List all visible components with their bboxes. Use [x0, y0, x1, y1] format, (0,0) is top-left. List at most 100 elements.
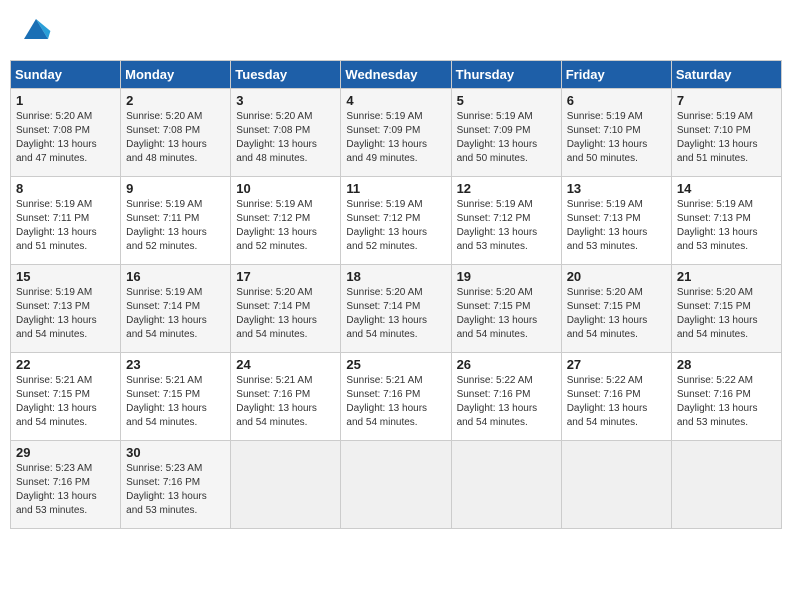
calendar-week-5: 29 Sunrise: 5:23 AMSunset: 7:16 PMDayligh… [11, 441, 782, 529]
day-info: Sunrise: 5:21 AMSunset: 7:15 PMDaylight:… [16, 374, 115, 430]
calendar-cell: 28 Sunrise: 5:22 AMSunset: 7:16 PMDayligh… [671, 353, 781, 441]
header-saturday: Saturday [671, 61, 781, 89]
calendar-cell [231, 441, 341, 529]
calendar-cell: 24Sunrise: 5:21 AMSunset: 7:16 PMDayligh… [231, 353, 341, 441]
day-info: Sunrise: 5:20 AMSunset: 7:15 PMDaylight:… [677, 286, 776, 342]
day-number: 23 [126, 357, 225, 372]
day-info: Sunrise: 5:23 AMSunset: 7:16 PMDaylight:… [16, 462, 115, 518]
header-friday: Friday [561, 61, 671, 89]
calendar-cell: 15 Sunrise: 5:19 AMSunset: 7:13 PMDayligh… [11, 265, 121, 353]
day-number: 25 [346, 357, 445, 372]
calendar-cell: 6 Sunrise: 5:19 AMSunset: 7:10 PMDaylight… [561, 89, 671, 177]
day-number: 29 [16, 445, 115, 460]
day-number: 8 [16, 181, 115, 196]
day-number: 18 [346, 269, 445, 284]
day-info: Sunrise: 5:19 AMSunset: 7:12 PMDaylight:… [346, 198, 445, 254]
day-info: Sunrise: 5:20 AMSunset: 7:15 PMDaylight:… [567, 286, 666, 342]
day-info: Sunrise: 5:20 AMSunset: 7:15 PMDaylight:… [457, 286, 556, 342]
day-info: Sunrise: 5:19 AMSunset: 7:14 PMDaylight:… [126, 286, 225, 342]
calendar-body: 1 Sunrise: 5:20 AMSunset: 7:08 PMDaylight… [11, 89, 782, 529]
day-info: Sunrise: 5:21 AMSunset: 7:16 PMDaylight:… [346, 374, 445, 430]
header-monday: Monday [121, 61, 231, 89]
calendar-cell: 2Sunrise: 5:20 AMSunset: 7:08 PMDaylight… [121, 89, 231, 177]
calendar-week-1: 1 Sunrise: 5:20 AMSunset: 7:08 PMDaylight… [11, 89, 782, 177]
calendar-cell: 4 Sunrise: 5:19 AMSunset: 7:09 PMDaylight… [341, 89, 451, 177]
calendar-cell: 9Sunrise: 5:19 AMSunset: 7:11 PMDaylight… [121, 177, 231, 265]
day-number: 3 [236, 93, 335, 108]
logo [20, 15, 56, 47]
day-info: Sunrise: 5:21 AMSunset: 7:16 PMDaylight:… [236, 374, 335, 430]
calendar-cell: 21 Sunrise: 5:20 AMSunset: 7:15 PMDayligh… [671, 265, 781, 353]
header-thursday: Thursday [451, 61, 561, 89]
day-number: 10 [236, 181, 335, 196]
calendar-cell: 19 Sunrise: 5:20 AMSunset: 7:15 PMDayligh… [451, 265, 561, 353]
day-number: 26 [457, 357, 556, 372]
calendar-cell [671, 441, 781, 529]
calendar-cell: 20 Sunrise: 5:20 AMSunset: 7:15 PMDayligh… [561, 265, 671, 353]
calendar-week-3: 15 Sunrise: 5:19 AMSunset: 7:13 PMDayligh… [11, 265, 782, 353]
calendar-cell: 5 Sunrise: 5:19 AMSunset: 7:09 PMDaylight… [451, 89, 561, 177]
calendar-cell [341, 441, 451, 529]
day-number: 13 [567, 181, 666, 196]
day-number: 12 [457, 181, 556, 196]
calendar-week-4: 22 Sunrise: 5:21 AMSunset: 7:15 PMDayligh… [11, 353, 782, 441]
calendar-cell [451, 441, 561, 529]
calendar-week-2: 8 Sunrise: 5:19 AMSunset: 7:11 PMDaylight… [11, 177, 782, 265]
day-number: 4 [346, 93, 445, 108]
calendar-cell: 1Sunrise: 5:20 AMSunset: 7:08 PMDaylight… [11, 89, 121, 177]
day-number: 21 [677, 269, 776, 284]
calendar-cell: 22 Sunrise: 5:21 AMSunset: 7:15 PMDayligh… [11, 353, 121, 441]
day-info: Sunrise: 5:22 AMSunset: 7:16 PMDaylight:… [677, 374, 776, 430]
day-info: Sunrise: 5:21 AMSunset: 7:15 PMDaylight:… [126, 374, 225, 430]
day-info: Sunrise: 5:19 AMSunset: 7:09 PMDaylight:… [457, 110, 556, 166]
day-info: Sunrise: 5:19 AMSunset: 7:12 PMDaylight:… [457, 198, 556, 254]
header-wednesday: Wednesday [341, 61, 451, 89]
day-info: Sunrise: 5:20 AMSunset: 7:08 PMDaylight:… [236, 110, 335, 166]
calendar-cell: 8Sunrise: 5:19 AMSunset: 7:11 PMDaylight… [11, 177, 121, 265]
calendar-table: SundayMondayTuesdayWednesdayThursdayFrid… [10, 60, 782, 529]
calendar-cell: 27 Sunrise: 5:22 AMSunset: 7:16 PMDayligh… [561, 353, 671, 441]
day-number: 7 [677, 93, 776, 108]
calendar-cell: 16Sunrise: 5:19 AMSunset: 7:14 PMDayligh… [121, 265, 231, 353]
day-info: Sunrise: 5:22 AMSunset: 7:16 PMDaylight:… [567, 374, 666, 430]
day-number: 5 [457, 93, 556, 108]
day-number: 11 [346, 181, 445, 196]
day-number: 28 [677, 357, 776, 372]
day-number: 1 [16, 93, 115, 108]
day-info: Sunrise: 5:19 AMSunset: 7:09 PMDaylight:… [346, 110, 445, 166]
day-info: Sunrise: 5:20 AMSunset: 7:14 PMDaylight:… [236, 286, 335, 342]
day-number: 15 [16, 269, 115, 284]
calendar-header-row: SundayMondayTuesdayWednesdayThursdayFrid… [11, 61, 782, 89]
page-header [10, 10, 782, 52]
day-info: Sunrise: 5:19 AMSunset: 7:10 PMDaylight:… [677, 110, 776, 166]
calendar-cell: 11 Sunrise: 5:19 AMSunset: 7:12 PMDayligh… [341, 177, 451, 265]
logo-icon [20, 15, 52, 47]
calendar-cell: 14Sunrise: 5:19 AMSunset: 7:13 PMDayligh… [671, 177, 781, 265]
day-number: 19 [457, 269, 556, 284]
day-number: 30 [126, 445, 225, 460]
calendar-cell: 23 Sunrise: 5:21 AMSunset: 7:15 PMDayligh… [121, 353, 231, 441]
day-info: Sunrise: 5:19 AMSunset: 7:10 PMDaylight:… [567, 110, 666, 166]
calendar-cell: 13Sunrise: 5:19 AMSunset: 7:13 PMDayligh… [561, 177, 671, 265]
calendar-cell: 12 Sunrise: 5:19 AMSunset: 7:12 PMDayligh… [451, 177, 561, 265]
day-number: 22 [16, 357, 115, 372]
day-number: 6 [567, 93, 666, 108]
day-info: Sunrise: 5:23 AMSunset: 7:16 PMDaylight:… [126, 462, 225, 518]
day-info: Sunrise: 5:19 AMSunset: 7:12 PMDaylight:… [236, 198, 335, 254]
calendar-cell: 3 Sunrise: 5:20 AMSunset: 7:08 PMDaylight… [231, 89, 341, 177]
day-number: 27 [567, 357, 666, 372]
day-info: Sunrise: 5:19 AMSunset: 7:13 PMDaylight:… [16, 286, 115, 342]
calendar-cell: 29 Sunrise: 5:23 AMSunset: 7:16 PMDayligh… [11, 441, 121, 529]
day-info: Sunrise: 5:20 AMSunset: 7:08 PMDaylight:… [126, 110, 225, 166]
day-info: Sunrise: 5:22 AMSunset: 7:16 PMDaylight:… [457, 374, 556, 430]
calendar-cell: 25 Sunrise: 5:21 AMSunset: 7:16 PMDayligh… [341, 353, 451, 441]
calendar-cell: 17Sunrise: 5:20 AMSunset: 7:14 PMDayligh… [231, 265, 341, 353]
calendar-cell: 10 Sunrise: 5:19 AMSunset: 7:12 PMDayligh… [231, 177, 341, 265]
day-info: Sunrise: 5:19 AMSunset: 7:11 PMDaylight:… [126, 198, 225, 254]
day-info: Sunrise: 5:20 AMSunset: 7:14 PMDaylight:… [346, 286, 445, 342]
calendar-cell: 7 Sunrise: 5:19 AMSunset: 7:10 PMDaylight… [671, 89, 781, 177]
calendar-cell: 26 Sunrise: 5:22 AMSunset: 7:16 PMDayligh… [451, 353, 561, 441]
day-number: 20 [567, 269, 666, 284]
day-info: Sunrise: 5:19 AMSunset: 7:13 PMDaylight:… [677, 198, 776, 254]
calendar-cell [561, 441, 671, 529]
